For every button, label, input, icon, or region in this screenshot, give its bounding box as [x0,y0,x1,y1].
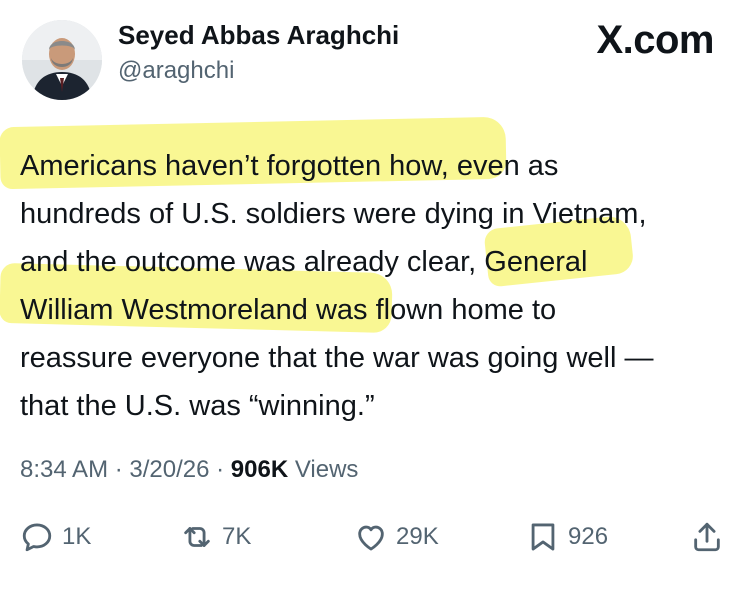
repost-button[interactable]: 7K [180,520,251,554]
repost-count: 7K [222,523,252,550]
like-icon [354,520,388,554]
meta-separator: · [108,456,130,483]
x-logo: X.com [596,18,714,62]
avatar[interactable] [22,20,102,100]
tweet-line: reassure everyone that the war was going… [20,342,654,374]
tweet-line: and the outcome was already clear, Gener… [20,246,588,278]
views-count: 906K [230,456,289,483]
like-count: 29K [396,523,439,550]
bookmark-icon [526,520,560,554]
tweet-line: William Westmoreland was flown home to [20,294,557,326]
reply-count: 1K [62,523,92,550]
tweet-line: that the U.S. was “winning.” [20,390,375,422]
author-name[interactable]: Seyed Abbas Araghchi [118,20,399,51]
repost-icon [180,520,214,554]
reply-button[interactable]: 1K [20,520,91,554]
tweet-meta: 8:34 AM · 3/20/26 · 906K Views [20,456,358,484]
reply-icon [20,520,54,554]
tweet-line: Americans haven’t forgotten how, even as [20,150,559,182]
bookmark-count: 926 [568,523,609,550]
views-label: Views [288,456,359,483]
tweet-line: hundreds of U.S. soldiers were dying in … [20,198,647,230]
tweet-date[interactable]: 3/20/26 [129,456,209,483]
tweet-body: Americans haven’t forgotten how, even as… [20,142,732,430]
tweet-time[interactable]: 8:34 AM [20,456,108,483]
avatar-image [22,20,102,100]
like-button[interactable]: 29K [354,520,439,554]
share-button[interactable] [690,520,724,554]
share-icon [690,520,724,554]
bookmark-button[interactable]: 926 [526,520,608,554]
author-handle[interactable]: @araghchi [118,57,234,85]
meta-separator: · [209,456,231,483]
action-bar: 1K 7K 29K 926 [20,520,730,560]
